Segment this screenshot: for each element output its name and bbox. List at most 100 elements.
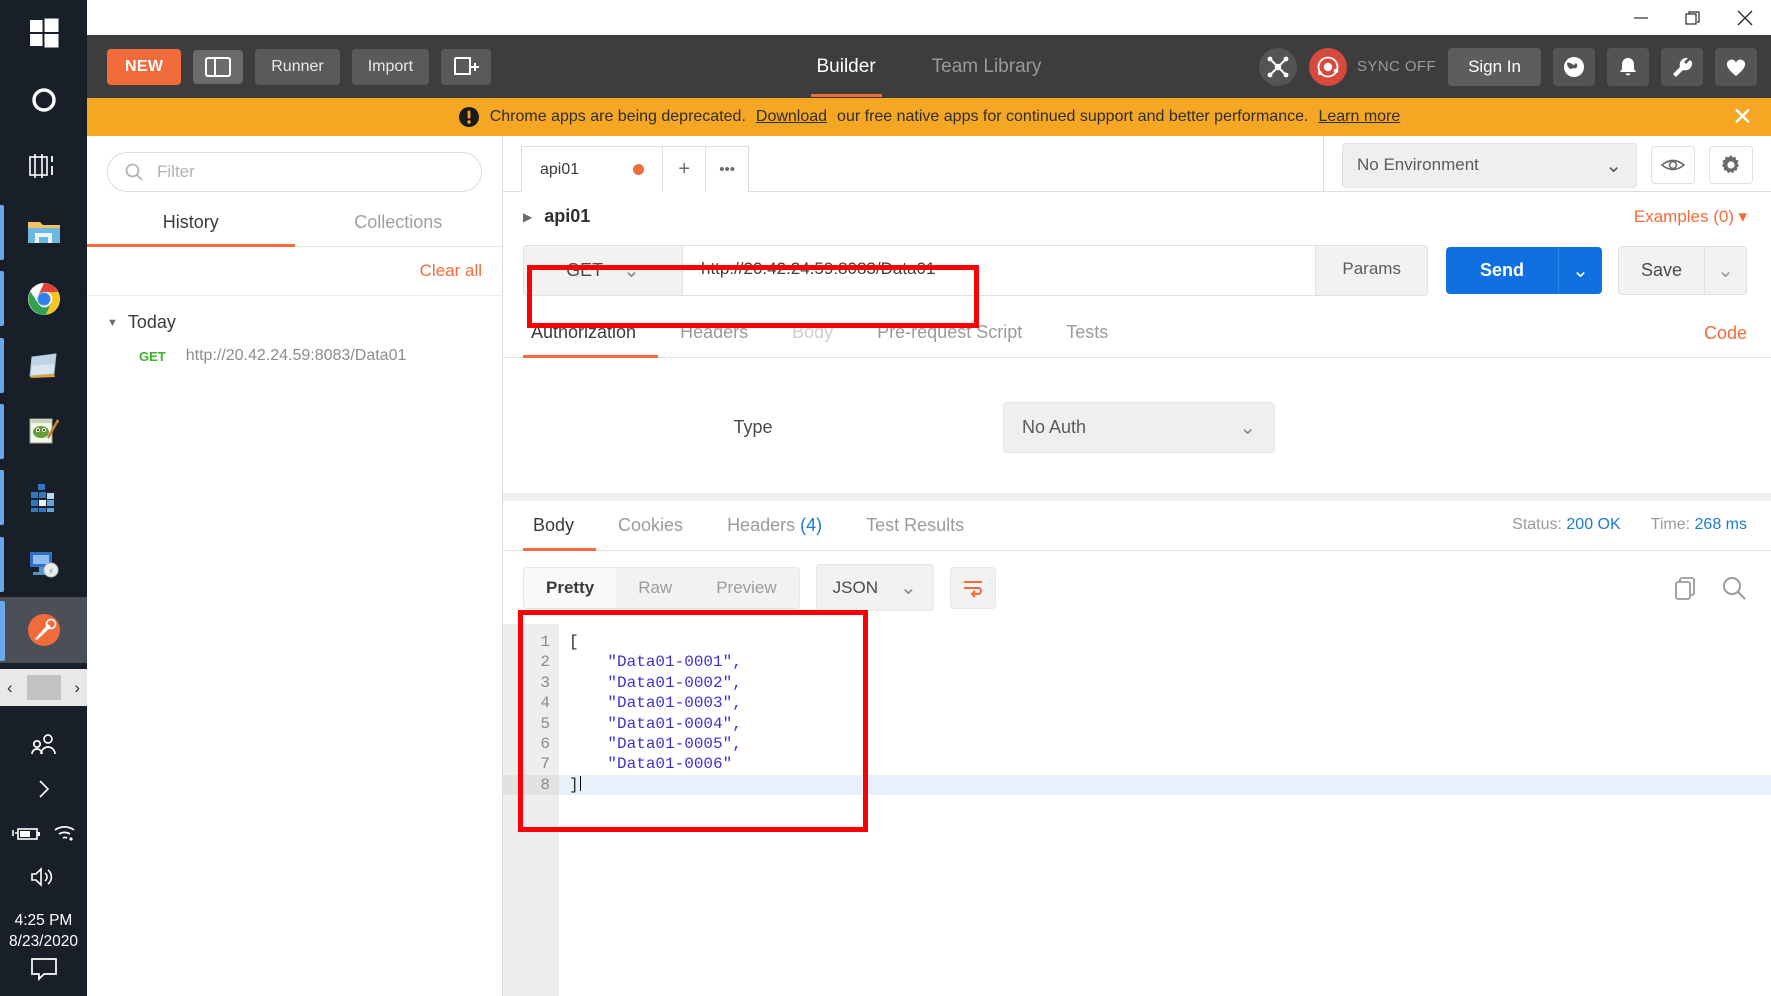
tray-volume-row[interactable]	[29, 856, 59, 898]
tab-headers[interactable]: Headers	[658, 310, 770, 357]
tab-pre-request-script[interactable]: Pre-request Script	[855, 310, 1044, 357]
method-select[interactable]: GET ⌄	[523, 245, 683, 296]
clear-all-row: Clear all	[87, 247, 502, 296]
chevron-down-icon[interactable]: ⌄	[1239, 415, 1256, 440]
taskbar-store-button[interactable]	[0, 464, 87, 530]
code-link[interactable]: Code	[1704, 323, 1747, 344]
history-group-today[interactable]: ▼ Today	[87, 296, 502, 337]
tab-test-results[interactable]: Test Results	[844, 501, 986, 550]
interceptor-icon[interactable]	[1259, 47, 1298, 86]
sidebar-tab-collections[interactable]: Collections	[295, 202, 503, 246]
globe-icon[interactable]	[1553, 47, 1595, 86]
send-options-button[interactable]: ⌄	[1557, 247, 1602, 294]
search-icon[interactable]	[1721, 575, 1747, 601]
view-mode-raw[interactable]: Raw	[616, 568, 694, 608]
view-mode-pretty[interactable]: Pretty	[524, 567, 617, 608]
gear-icon[interactable]	[1709, 146, 1753, 184]
tab-builder[interactable]: Builder	[810, 37, 882, 97]
taskbar-scroll-right-icon[interactable]: ›	[74, 678, 80, 698]
new-window-icon[interactable]	[441, 48, 492, 85]
taskbar-cortana-button[interactable]	[0, 66, 87, 132]
taskbar-task-view-button[interactable]	[0, 133, 87, 199]
tray-people-row[interactable]	[29, 724, 59, 766]
wrench-icon[interactable]	[1661, 47, 1703, 86]
action-center-button[interactable]	[29, 956, 59, 996]
tab-authorization[interactable]: Authorization	[523, 310, 659, 358]
params-button[interactable]: Params	[1316, 245, 1428, 296]
taskbar-sticky-notes-button[interactable]	[0, 332, 87, 398]
clear-all-button[interactable]: Clear all	[420, 261, 482, 281]
banner-learn-more-link[interactable]: Learn more	[1318, 108, 1400, 126]
sign-in-button[interactable]: Sign In	[1448, 47, 1541, 86]
tab-cookies[interactable]: Cookies	[596, 501, 705, 550]
taskbar-paint-button[interactable]	[0, 398, 87, 464]
notification-icon	[30, 958, 57, 982]
sidebar-layout-icon[interactable]	[193, 49, 244, 84]
headers-count-badge: (4)	[800, 515, 823, 535]
url-input[interactable]: http://20.42.24.59:8083/Data01	[683, 245, 1317, 296]
response-body-viewer[interactable]: 1▾ 2 3 4 5 6 7 8 [ "Data01-0001", "Data0…	[503, 624, 1771, 996]
new-button[interactable]: NEW	[107, 48, 182, 85]
taskbar-scroll[interactable]: ‹ ›	[0, 669, 87, 707]
add-tab-button[interactable]: +	[662, 146, 707, 192]
request-url-row: GET ⌄ http://20.42.24.59:8083/Data01 Par…	[503, 239, 1771, 306]
taskbar-scroll-thumb[interactable]	[26, 675, 61, 701]
bell-icon[interactable]	[1607, 47, 1649, 86]
tray-expand-row[interactable]	[33, 768, 55, 810]
time-badge: Time: 268 ms	[1651, 516, 1747, 534]
environment-select[interactable]: No Environment ⌄	[1342, 142, 1637, 188]
request-tab-api01[interactable]: api01	[521, 146, 664, 192]
tab-response-body[interactable]: Body	[523, 501, 597, 551]
format-select[interactable]: JSON ⌄	[815, 564, 934, 611]
taskbar-chrome-button[interactable]	[0, 265, 87, 331]
environment-area: No Environment ⌄	[1323, 136, 1771, 191]
tab-body[interactable]: Body	[770, 310, 855, 357]
window-close-button[interactable]	[1719, 0, 1771, 35]
response-body-code[interactable]: [ "Data01-0001", "Data01-0002", "Data01-…	[559, 624, 1771, 996]
chevron-right-icon[interactable]: ▶	[523, 210, 532, 224]
alert-icon	[458, 107, 479, 127]
chevron-down-icon[interactable]: ▼	[107, 317, 118, 329]
auth-type-row: Type No Auth ⌄	[503, 402, 1771, 453]
chevron-down-icon[interactable]: ⌄	[900, 575, 917, 600]
import-button[interactable]: Import	[351, 48, 430, 85]
word-wrap-icon[interactable]	[949, 566, 996, 609]
taskbar-file-explorer-button[interactable]	[0, 199, 87, 265]
tray-power-wifi-row[interactable]	[10, 812, 78, 854]
banner-download-link[interactable]: Download	[756, 108, 827, 126]
line-number-gutter: 1▾ 2 3 4 5 6 7 8	[503, 624, 563, 996]
tab-team-library[interactable]: Team Library	[926, 37, 1048, 97]
save-button[interactable]: Save	[1617, 246, 1705, 295]
chevron-down-icon[interactable]: ⌄	[623, 258, 640, 283]
eye-icon[interactable]	[1651, 146, 1695, 184]
tab-response-headers[interactable]: Headers (4)	[705, 501, 844, 550]
view-mode-preview[interactable]: Preview	[694, 568, 798, 608]
banner-close-button[interactable]: ✕	[1732, 104, 1753, 130]
save-options-button[interactable]: ⌄	[1705, 246, 1747, 295]
window-maximize-button[interactable]	[1667, 0, 1719, 35]
breadcrumb-left[interactable]: ▶ api01	[523, 206, 590, 227]
taskbar-remote-desktop-button[interactable]: ⚡	[0, 531, 87, 597]
taskbar-start-button[interactable]	[0, 0, 87, 66]
tab-tests[interactable]: Tests	[1044, 310, 1130, 357]
auth-type-select[interactable]: No Auth ⌄	[1003, 402, 1275, 453]
taskbar-postman-button[interactable]	[0, 597, 87, 664]
heart-icon[interactable]	[1715, 47, 1757, 86]
status-label: Status:	[1512, 516, 1562, 533]
history-item[interactable]: GET http://20.42.24.59:8083/Data01	[87, 337, 502, 375]
examples-caret[interactable]: ▾	[1738, 207, 1747, 226]
taskbar-scroll-left-icon[interactable]: ‹	[7, 678, 13, 698]
code-line: "Data01-0003",	[569, 694, 742, 713]
request-sub-tabs: Authorization Headers Body Pre-request S…	[503, 310, 1771, 358]
sidebar-tab-history[interactable]: History	[87, 202, 295, 247]
examples-dropdown[interactable]: Examples (0) ▾	[1634, 207, 1747, 227]
sync-status-icon[interactable]	[1309, 47, 1348, 86]
window-minimize-button[interactable]	[1615, 0, 1667, 35]
taskbar-clock[interactable]: 4:25 PM 8/23/2020	[9, 910, 78, 952]
chevron-down-icon[interactable]: ⌄	[1605, 153, 1622, 178]
copy-icon[interactable]	[1673, 575, 1699, 601]
send-button[interactable]: Send	[1445, 247, 1558, 294]
more-tabs-button[interactable]: •••	[705, 146, 750, 192]
runner-button[interactable]: Runner	[255, 48, 340, 85]
search-input[interactable]: Filter	[107, 152, 482, 192]
